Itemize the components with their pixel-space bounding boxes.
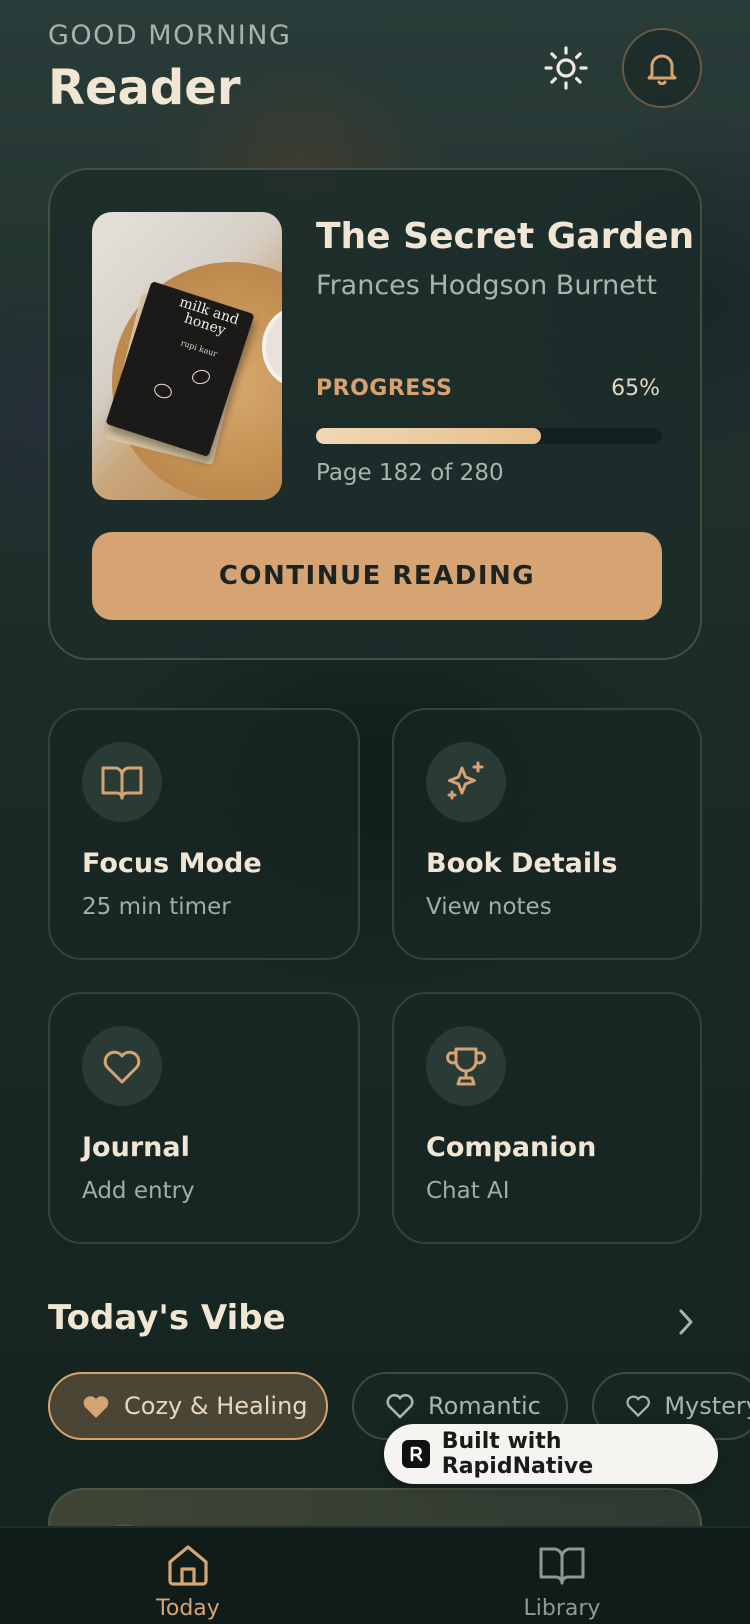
companion-tile[interactable]: Companion Chat AI [392, 992, 702, 1244]
page-title: Reader [48, 60, 241, 116]
book-author: Frances Hodgson Burnett [316, 270, 657, 301]
book-details-tile[interactable]: Book Details View notes [392, 708, 702, 960]
tile-title: Journal [82, 1132, 190, 1163]
trophy-icon [446, 1047, 486, 1086]
current-book-card: milk and honey rupi kaur The Secret Gard… [48, 168, 702, 660]
tile-title: Companion [426, 1132, 597, 1163]
sparkles-icon [447, 761, 484, 800]
book-open-icon [101, 766, 143, 800]
sun-icon [544, 46, 588, 90]
bottom-navigation: Today Library [0, 1526, 750, 1624]
book-details-icon-circle [426, 742, 506, 822]
theme-toggle-button[interactable] [538, 40, 594, 96]
chip-label: Romantic [428, 1392, 541, 1420]
nav-label: Library [523, 1596, 601, 1621]
greeting-text: GOOD MORNING [48, 20, 292, 51]
tile-subtitle: View notes [426, 894, 552, 920]
chip-label: Cozy & Healing [124, 1392, 308, 1420]
bell-icon [647, 54, 677, 86]
nav-item-today[interactable]: Today [108, 1542, 268, 1624]
home-screen: GOOD MORNING Reader milk and honey rupi … [0, 0, 750, 1624]
heart-icon [626, 1395, 650, 1418]
nav-item-library[interactable]: Library [482, 1542, 642, 1624]
tile-title: Book Details [426, 848, 618, 879]
tile-title: Focus Mode [82, 848, 262, 879]
book-title: The Secret Garden [316, 216, 695, 257]
heart-filled-icon [83, 1396, 109, 1418]
journal-tile[interactable]: Journal Add entry [48, 992, 360, 1244]
book-cover-image[interactable]: milk and honey rupi kaur [92, 212, 282, 500]
book-open-icon [539, 1547, 585, 1585]
chevron-right-icon [679, 1309, 693, 1335]
focus-mode-tile[interactable]: Focus Mode 25 min timer [48, 708, 360, 960]
vibe-see-all-button[interactable] [666, 1302, 706, 1342]
heart-icon [386, 1393, 414, 1419]
tile-subtitle: 25 min timer [82, 894, 231, 920]
vibe-chip-cozy-healing[interactable]: Cozy & Healing [48, 1372, 328, 1440]
built-with-badge[interactable]: Built with RapidNative [384, 1424, 718, 1484]
heart-icon [103, 1050, 141, 1084]
rapidnative-logo-icon [402, 1440, 430, 1468]
page-info: Page 182 of 280 [316, 460, 504, 486]
focus-mode-icon-circle [82, 742, 162, 822]
tile-subtitle: Chat AI [426, 1178, 510, 1204]
nav-label: Today [156, 1596, 220, 1621]
progress-percent: 65% [611, 376, 660, 401]
section-title: Today's Vibe [48, 1298, 286, 1338]
companion-icon-circle [426, 1026, 506, 1106]
notifications-button[interactable] [622, 28, 702, 108]
journal-icon-circle [82, 1026, 162, 1106]
chip-label: Mystery [664, 1392, 750, 1420]
progress-bar [316, 428, 662, 444]
continue-reading-button[interactable]: CONTINUE READING [92, 532, 662, 620]
tile-subtitle: Add entry [82, 1178, 195, 1204]
progress-bar-fill [316, 428, 541, 444]
home-icon [168, 1545, 208, 1586]
progress-label: PROGRESS [316, 376, 453, 401]
badge-label: Built with RapidNative [441, 1429, 594, 1479]
